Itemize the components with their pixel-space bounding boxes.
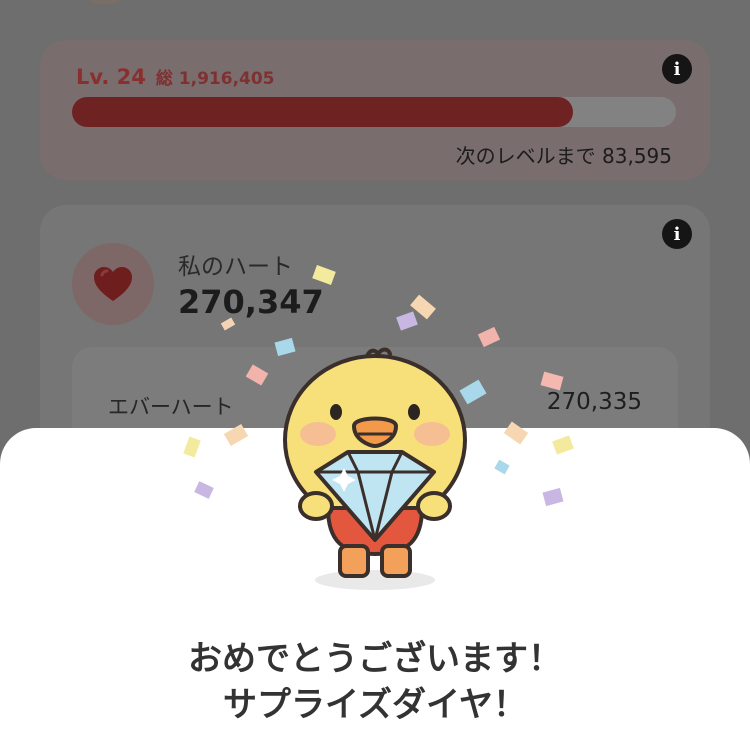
info-icon[interactable]: i <box>662 219 692 249</box>
congrats-title-line2: サプライズダイヤ！ <box>223 685 527 725</box>
congrats-title-line1: おめでとうございます！ <box>188 639 562 679</box>
my-heart-label: 私のハート <box>178 254 293 280</box>
next-level-remaining: 次のレベルまで 83,595 <box>455 144 672 168</box>
level-card: Lv. 24 総 1,916,405 i 次のレベルまで 83,595 <box>40 40 710 180</box>
heart-badge <box>72 243 154 325</box>
level-progress-fill <box>72 97 574 127</box>
ever-heart-label: エバーハート <box>108 395 234 419</box>
congratulations-message: おめでとうございます！ サプライズダイヤ！ <box>0 636 750 728</box>
my-heart-value: 270,347 <box>178 283 324 321</box>
level-label: Lv. 24 <box>76 65 146 89</box>
level-line: Lv. 24 総 1,916,405 <box>76 64 275 89</box>
level-progress-bar <box>72 97 676 127</box>
info-icon[interactable]: i <box>662 54 692 84</box>
ever-heart-value: 270,335 <box>546 389 642 415</box>
total-points: 総 1,916,405 <box>155 69 275 89</box>
chick-holding-diamond-illustration <box>283 347 467 590</box>
heart-icon <box>94 267 132 301</box>
